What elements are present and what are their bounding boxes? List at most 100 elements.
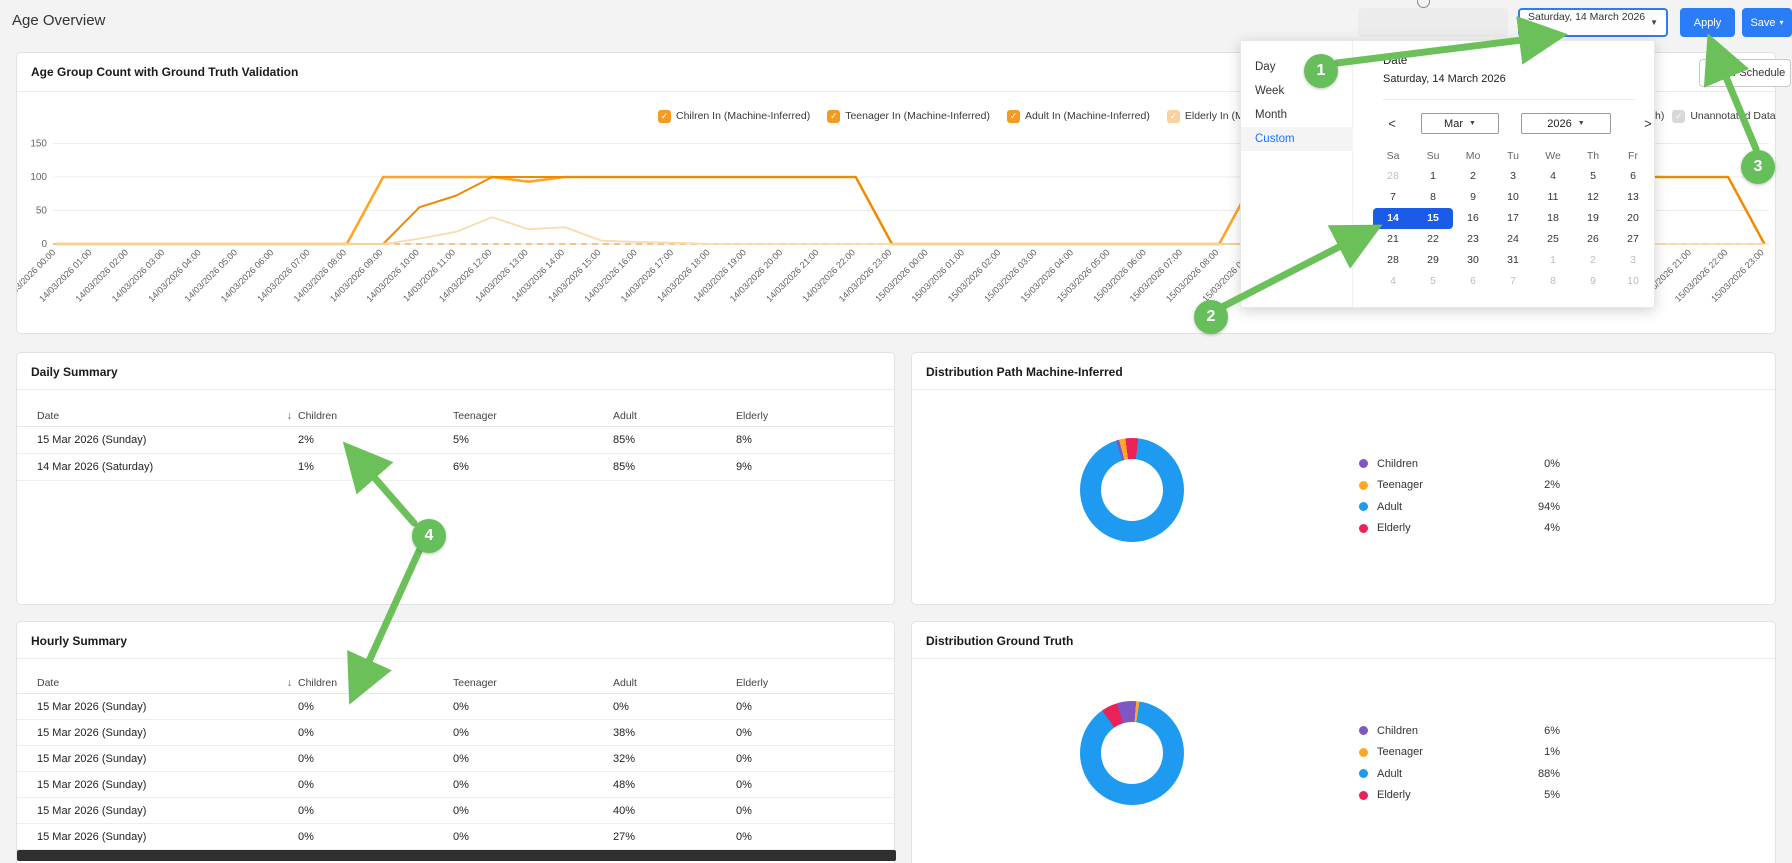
calendar-week-row: 21222324252627 [1373,229,1655,250]
hourly-summary-table: Date↓ChildrenTeenagerAdultElderly15 Mar … [17,673,894,850]
calendar-day-1[interactable]: 1 [1533,250,1573,271]
calendar-day-4[interactable]: 4 [1373,271,1413,292]
distribution-machine-title: Distribution Path Machine-Inferred [926,365,1123,379]
cell-date-text: 15 Mar 2026 (Sunday) [37,831,146,843]
calendar-day-8[interactable]: 8 [1533,271,1573,292]
date-range-input[interactable]: Saturday, 14 March 2026 - Su ▼ [1518,8,1668,37]
calendar-day-7[interactable]: 7 [1373,187,1413,208]
calendar-day-17[interactable]: 17 [1493,208,1533,229]
cell-date: 15 Mar 2026 (Sunday) [17,727,298,739]
year-select[interactable]: 2026 ▼ [1521,113,1611,134]
calendar-day-8[interactable]: 8 [1413,187,1453,208]
distribution-legend-row: Teenager2% [1359,475,1560,497]
cell-value: 0% [453,701,613,713]
calendar-day-3[interactable]: 3 [1493,166,1533,187]
calendar-day-5[interactable]: 5 [1413,271,1453,292]
caret-down-icon: ▼ [1578,120,1585,127]
distribution-legend-name: Elderly [1377,522,1544,534]
calendar-day-25[interactable]: 25 [1533,229,1573,250]
cell-value: 0% [736,727,894,739]
distribution-legend-value: 5% [1544,789,1560,801]
calendar-day-6[interactable]: 6 [1453,271,1493,292]
table-row: 15 Mar 2026 (Sunday)0%0%38%0% [17,720,894,746]
calendar-day-1[interactable]: 1 [1413,166,1453,187]
calendar-day-3[interactable]: 3 [1613,250,1653,271]
column-header-label: Elderly [736,677,894,689]
date-picker-mode-custom[interactable]: Custom [1241,127,1353,151]
calendar-day-24[interactable]: 24 [1493,229,1533,250]
prev-month-icon[interactable]: < [1383,113,1401,135]
calendar-week-row: 28293031123 [1373,250,1655,271]
divider [17,658,894,659]
legend-color-dot-icon [1359,791,1368,800]
calendar-day-16[interactable]: 16 [1453,208,1493,229]
column-header-label: Adult [613,410,736,422]
horizontal-scrollbar[interactable] [17,850,896,861]
calendar-day-4[interactable]: 4 [1533,166,1573,187]
calendar-day-22[interactable]: 22 [1413,229,1453,250]
cell-value: 0% [736,779,894,791]
calendar-day-30[interactable]: 30 [1453,250,1493,271]
column-header-label: Children [298,410,453,422]
calendar-day-2[interactable]: 2 [1573,250,1613,271]
distribution-legend-name: Teenager [1377,746,1544,758]
calendar-day-21[interactable]: 21 [1373,229,1413,250]
distribution-legend-value: 1% [1544,746,1560,758]
date-picker-mode-week[interactable]: Week [1241,79,1353,103]
next-month-icon[interactable]: > [1639,113,1657,135]
annotation-circle-3: 3 [1741,150,1775,184]
calendar-day-10[interactable]: 10 [1613,271,1653,292]
calendar-day-19[interactable]: 19 [1573,208,1613,229]
caret-down-icon: ▼ [1650,18,1658,27]
hourly-summary-panel: Hourly Summary Date↓ChildrenTeenagerAdul… [16,621,895,863]
calendar-day-20[interactable]: 20 [1613,208,1653,229]
calendar-day-12[interactable]: 12 [1573,187,1613,208]
save-button[interactable]: Save ▾ [1742,8,1792,37]
apply-button[interactable]: Apply [1680,8,1735,37]
month-select[interactable]: Mar ▼ [1421,113,1499,134]
cell-value: 0% [736,753,894,765]
calendar-day-27[interactable]: 27 [1613,229,1653,250]
calendar-weekday-label: Sa [1373,146,1413,166]
calendar-day-28[interactable]: 28 [1373,166,1413,187]
calendar-day-9[interactable]: 9 [1573,271,1613,292]
calendar-weekday-label: Mo [1453,146,1493,166]
ground-truth-donut-chart [1080,701,1184,805]
calendar-day-31[interactable]: 31 [1493,250,1533,271]
calendar-weekday-label: Tu [1493,146,1533,166]
calendar-day-23[interactable]: 23 [1453,229,1493,250]
daily-summary-table: Date↓ChildrenTeenagerAdultElderly15 Mar … [17,406,894,481]
calendar-day-6[interactable]: 6 [1613,166,1653,187]
calendar-day-5[interactable]: 5 [1573,166,1613,187]
calendar-day-26[interactable]: 26 [1573,229,1613,250]
cell-value: 5% [453,434,613,446]
calendar-day-10[interactable]: 10 [1493,187,1533,208]
divider [912,658,1775,659]
calendar-day-29[interactable]: 29 [1413,250,1453,271]
calendar-week-row: 78910111213 [1373,187,1655,208]
cell-value: 38% [613,727,736,739]
sort-descending-icon[interactable]: ↓ [287,410,298,422]
cell-value: 1% [298,461,453,473]
calendar-day-15[interactable]: 15 [1413,208,1453,229]
cell-date: 15 Mar 2026 (Sunday) [17,805,298,817]
distribution-legend-value: 4% [1544,522,1560,534]
calendar-day-2[interactable]: 2 [1453,166,1493,187]
status-circle-icon [1417,0,1430,8]
calendar-day-7[interactable]: 7 [1493,271,1533,292]
calendar-day-14[interactable]: 14 [1373,208,1413,229]
sort-descending-icon[interactable]: ↓ [287,677,298,689]
calendar-day-9[interactable]: 9 [1453,187,1493,208]
calendar-day-13[interactable]: 13 [1613,187,1653,208]
date-picker-mode-month[interactable]: Month [1241,103,1353,127]
cell-value: 0% [298,831,453,843]
calendar-day-28[interactable]: 28 [1373,250,1413,271]
cell-value: 2% [298,434,453,446]
calendar-day-18[interactable]: 18 [1533,208,1573,229]
column-header-label: Date [37,410,59,422]
table-row: 15 Mar 2026 (Sunday)0%0%40%0% [17,798,894,824]
table-row: 15 Mar 2026 (Sunday)0%0%0%0% [17,694,894,720]
cell-value: 40% [613,805,736,817]
cell-value: 0% [453,779,613,791]
calendar-day-11[interactable]: 11 [1533,187,1573,208]
